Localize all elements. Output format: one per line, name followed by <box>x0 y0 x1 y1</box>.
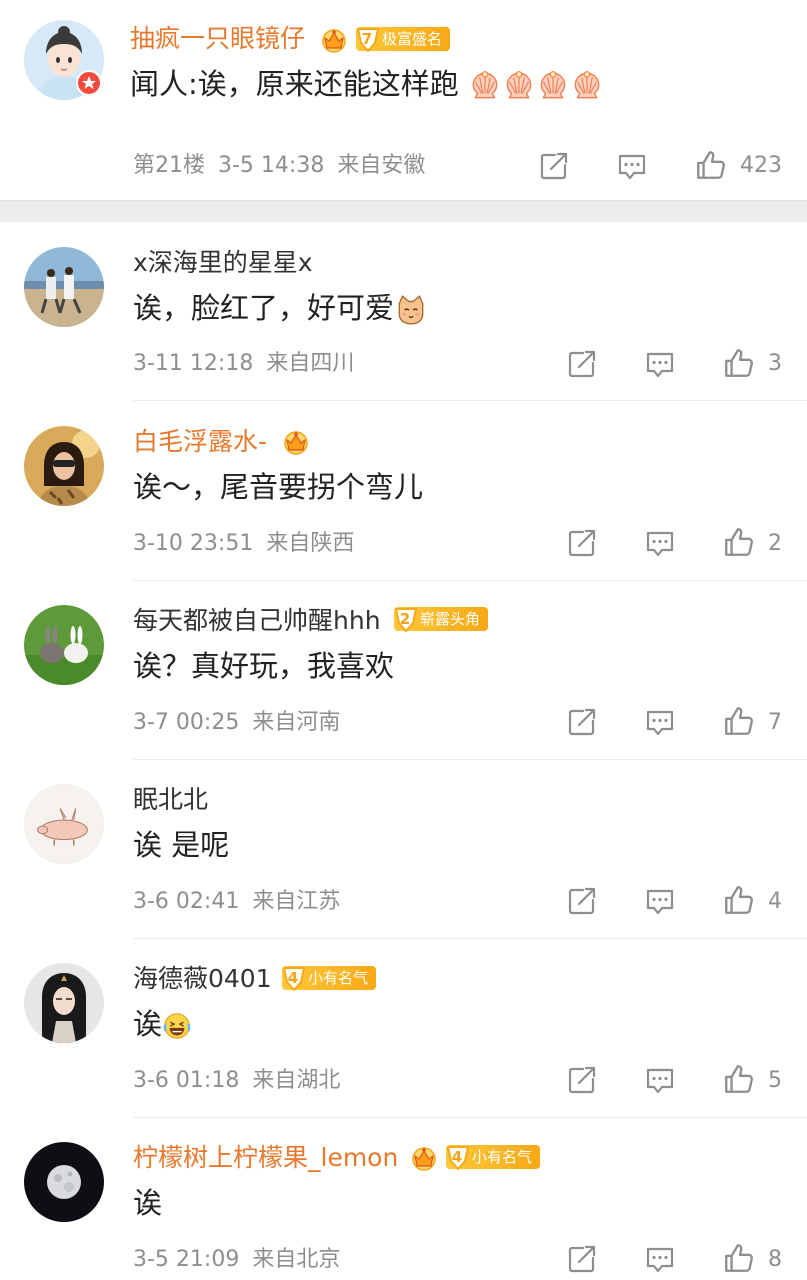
like-count: 3 <box>768 351 782 376</box>
shell-emoji <box>468 69 502 103</box>
share-icon[interactable] <box>566 885 598 917</box>
comment-text: 闻人:诶，原来还能这样跑 <box>130 66 604 103</box>
comment-text: 诶 <box>133 1006 192 1042</box>
author-name[interactable]: 眠北北 <box>133 785 208 815</box>
comment-meta: 3-11 12:18 来自四川 <box>133 350 354 378</box>
level-badge[interactable]: 4 小有名气 <box>446 1143 541 1171</box>
divider <box>133 938 807 939</box>
location: 来自河南 <box>252 710 341 735</box>
location: 来自湖北 <box>252 1068 341 1093</box>
shell-emoji <box>502 69 536 103</box>
comment-icon[interactable] <box>644 1064 676 1096</box>
badge-label: 极富盛名 <box>382 30 443 48</box>
like-icon[interactable] <box>722 704 756 738</box>
comment-meta: 3-7 00:25 来自河南 <box>133 709 340 737</box>
timestamp: 3-7 00:25 <box>133 710 240 735</box>
comment-text: 诶 是呢 <box>133 828 230 862</box>
like-count: 7 <box>768 710 782 735</box>
avatar[interactable] <box>24 426 104 506</box>
author-name[interactable]: x深海里的星星x <box>133 248 313 278</box>
like-count: 8 <box>768 1247 782 1272</box>
level-badge-icon: 7 <box>356 25 380 53</box>
divider <box>133 1117 807 1118</box>
comment-icon[interactable] <box>644 348 676 380</box>
author-name[interactable]: 柠檬树上柠檬果_lemon <box>133 1143 398 1173</box>
comment-icon[interactable] <box>644 527 676 559</box>
comment-icon[interactable] <box>616 150 648 182</box>
author-name[interactable]: 每天都被自己帅醒hhh <box>133 606 381 636</box>
level-badge-icon: 4 <box>282 964 306 992</box>
like-icon[interactable] <box>722 346 756 380</box>
avatar[interactable] <box>24 605 104 685</box>
crown-icon <box>408 1141 440 1173</box>
location: 来自四川 <box>266 351 355 376</box>
section-separator <box>0 200 807 222</box>
share-icon[interactable] <box>566 1243 598 1275</box>
level-badge[interactable]: 4 小有名气 <box>282 964 377 992</box>
badge-label: 崭露头角 <box>420 610 481 628</box>
level-badge-icon: 2 <box>394 605 418 633</box>
level-badge[interactable]: 7 极富盛名 <box>356 25 451 53</box>
like-count: 2 <box>768 531 782 556</box>
share-icon[interactable] <box>566 706 598 738</box>
cat-emoji <box>394 293 428 327</box>
share-icon[interactable] <box>566 1064 598 1096</box>
top-comment: 抽疯一只眼镜仔 7 极富盛名 闻人:诶，原来还能这样跑 第21楼 3-5 14:… <box>0 0 807 200</box>
avatar[interactable] <box>24 247 104 327</box>
timestamp: 3-6 01:18 <box>133 1068 240 1093</box>
divider <box>133 580 807 581</box>
share-icon[interactable] <box>566 527 598 559</box>
like-count: 4 <box>768 889 782 914</box>
comment-icon[interactable] <box>644 1243 676 1275</box>
level-badge-icon: 4 <box>446 1143 470 1171</box>
location: 来自北京 <box>252 1247 341 1272</box>
avatar[interactable] <box>24 1142 104 1222</box>
badge-label: 小有名气 <box>308 969 369 987</box>
like-icon[interactable] <box>722 525 756 559</box>
level-badge[interactable]: 2 崭露头角 <box>394 605 489 633</box>
comment-text: 诶？真好玩，我喜欢 <box>133 649 395 683</box>
comment-icon[interactable] <box>644 706 676 738</box>
comment-icon[interactable] <box>644 885 676 917</box>
location: 来自江苏 <box>252 889 341 914</box>
shell-emoji <box>570 69 604 103</box>
avatar[interactable] <box>24 963 104 1043</box>
author-name[interactable]: 抽疯一只眼镜仔 <box>130 24 305 54</box>
comment-meta: 3-5 21:09 来自北京 <box>133 1246 340 1274</box>
crown-icon <box>280 425 312 457</box>
comment-text: 诶～，尾音要拐个弯儿 <box>133 470 424 504</box>
like-count: 5 <box>768 1068 782 1093</box>
like-count: 423 <box>740 153 782 178</box>
timestamp: 3-5 21:09 <box>133 1247 240 1272</box>
location: 来自安徽 <box>337 153 426 178</box>
location: 来自陕西 <box>266 531 355 556</box>
author-name[interactable]: 海德薇0401 <box>133 964 272 994</box>
timestamp: 3-11 12:18 <box>133 351 254 376</box>
share-icon[interactable] <box>538 150 570 182</box>
timestamp: 3-6 02:41 <box>133 889 240 914</box>
laugh-emoji <box>162 1011 192 1041</box>
like-icon[interactable] <box>722 1241 756 1275</box>
comment-meta: 3-6 02:41 来自江苏 <box>133 888 340 916</box>
like-icon[interactable] <box>722 1062 756 1096</box>
badge-label: 小有名气 <box>472 1148 533 1166</box>
verified-badge-icon <box>76 70 102 96</box>
shell-emoji <box>536 69 570 103</box>
comment-text: 诶 <box>133 1186 163 1220</box>
crown-icon <box>318 23 350 55</box>
timestamp: 3-5 14:38 <box>218 153 325 178</box>
share-icon[interactable] <box>566 348 598 380</box>
author-name[interactable]: 白毛浮露水- <box>133 427 267 457</box>
divider <box>133 759 807 760</box>
comment-text: 诶，脸红了，好可爱 <box>133 290 428 327</box>
like-icon[interactable] <box>694 148 728 182</box>
divider <box>133 400 807 401</box>
avatar[interactable] <box>24 784 104 864</box>
comment-meta: 3-6 01:18 来自湖北 <box>133 1067 340 1095</box>
timestamp: 3-10 23:51 <box>133 531 254 556</box>
floor-number: 第21楼 <box>133 153 205 178</box>
like-icon[interactable] <box>722 883 756 917</box>
comment-meta: 第21楼 3-5 14:38 来自安徽 <box>133 152 425 180</box>
comment-meta: 3-10 23:51 来自陕西 <box>133 530 354 558</box>
